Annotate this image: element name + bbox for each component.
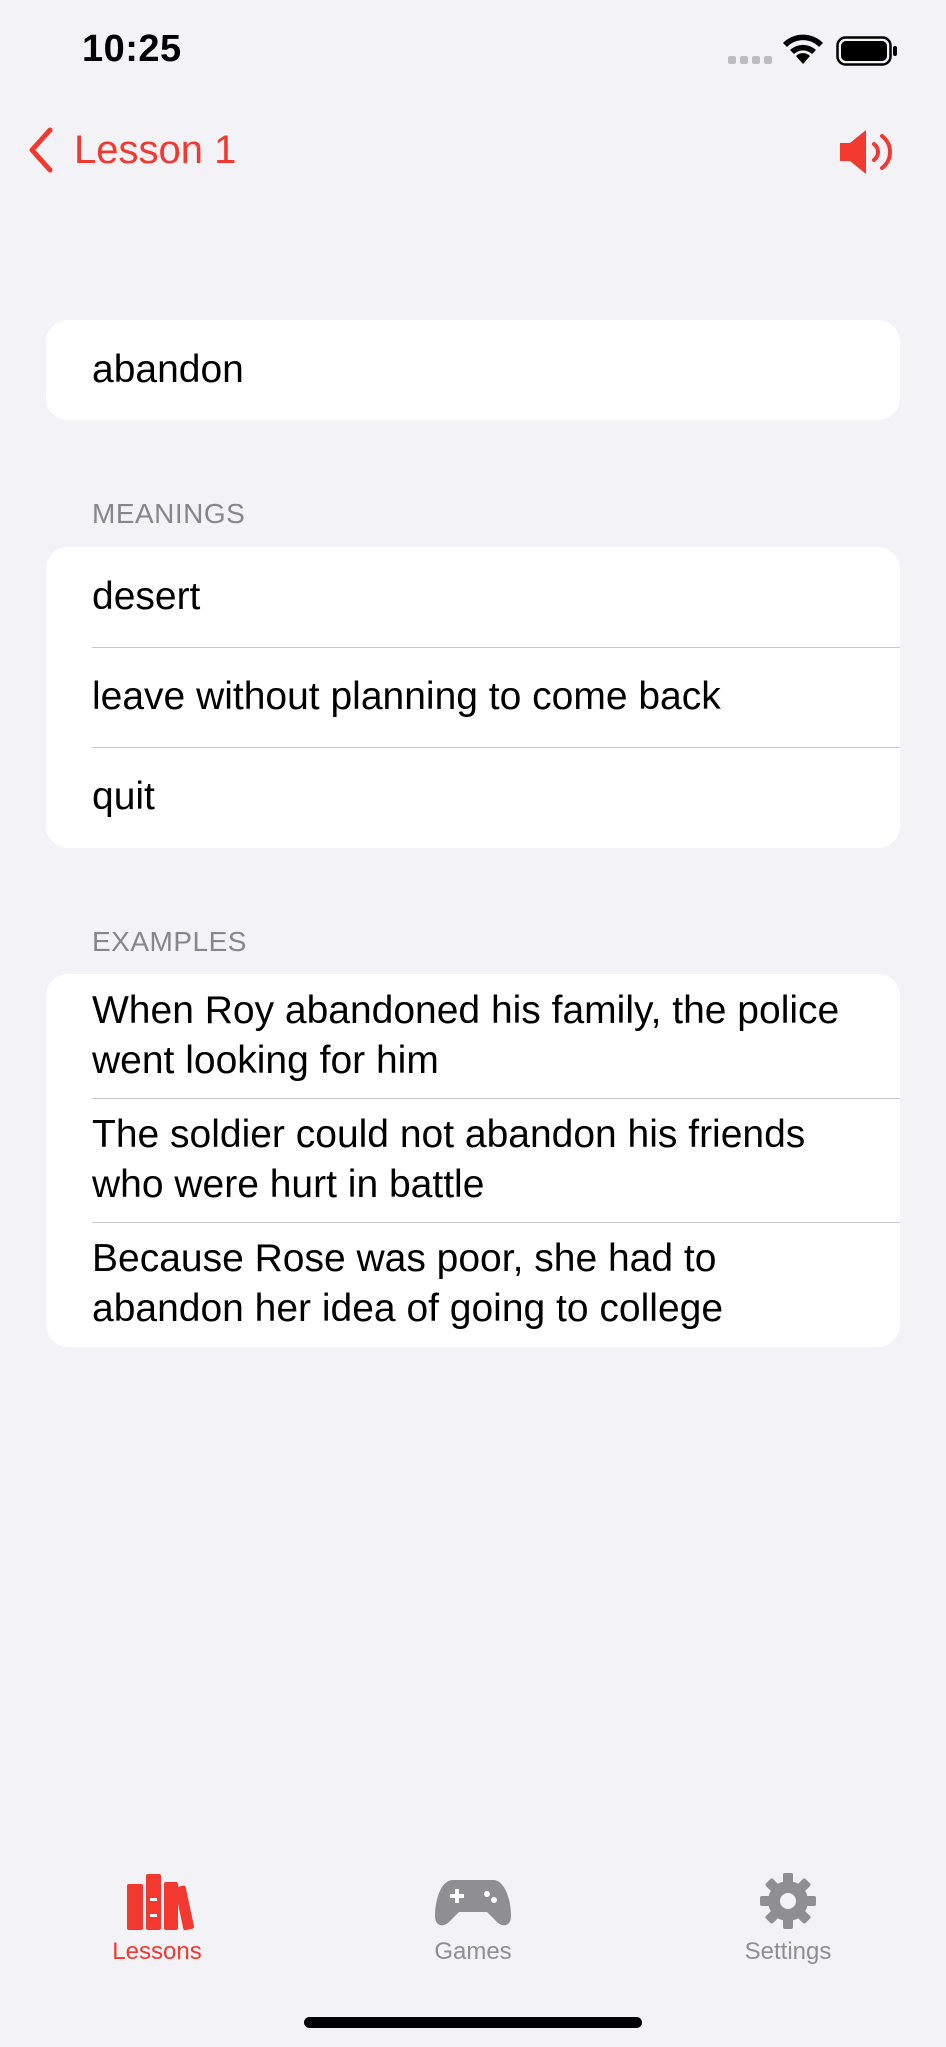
battery-icon: [836, 36, 897, 66]
navigation-bar: Lesson 1: [0, 110, 946, 190]
cellular-signal-icon: [728, 56, 772, 64]
word-title: abandon: [92, 348, 244, 391]
examples-section-header: EXAMPLES: [92, 926, 247, 957]
books-icon: [127, 1874, 195, 1931]
meaning-item: leave without planning to come back: [46, 647, 900, 747]
home-indicator: [304, 2017, 642, 2028]
gear-icon: [760, 1873, 816, 1929]
wifi-icon: [783, 34, 823, 64]
status-time: 10:25: [82, 28, 182, 70]
example-item: When Roy abandoned his family, the polic…: [92, 989, 840, 1082]
status-bar: 10:25: [0, 0, 946, 100]
tab-lessons-label: Lessons: [112, 1938, 202, 1965]
meaning-item: desert: [92, 575, 201, 618]
meaning-item: quit: [46, 747, 900, 847]
tab-bar: Lessons Games Settings: [0, 1850, 946, 1990]
tab-lessons[interactable]: Lessons: [57, 1850, 257, 1966]
tab-games[interactable]: Games: [373, 1850, 573, 1966]
tab-settings[interactable]: Settings: [688, 1850, 888, 1966]
speaker-icon[interactable]: [836, 126, 898, 178]
gamepad-icon: [435, 1880, 511, 1926]
meanings-list: desert leave without planning to come ba…: [46, 547, 900, 848]
back-button[interactable]: Lesson 1: [26, 122, 236, 178]
back-button-label: Lesson 1: [74, 127, 237, 172]
examples-list: When Roy abandoned his family, the polic…: [46, 974, 900, 1347]
example-item: The soldier could not abandon his friend…: [46, 1098, 900, 1222]
word-card: abandon: [46, 320, 900, 420]
tab-games-label: Games: [434, 1938, 512, 1965]
tab-settings-label: Settings: [744, 1938, 832, 1965]
example-item: Because Rose was poor, she had to abando…: [46, 1222, 900, 1346]
chevron-left-icon: [29, 127, 53, 173]
meanings-section-header: MEANINGS: [92, 498, 246, 529]
